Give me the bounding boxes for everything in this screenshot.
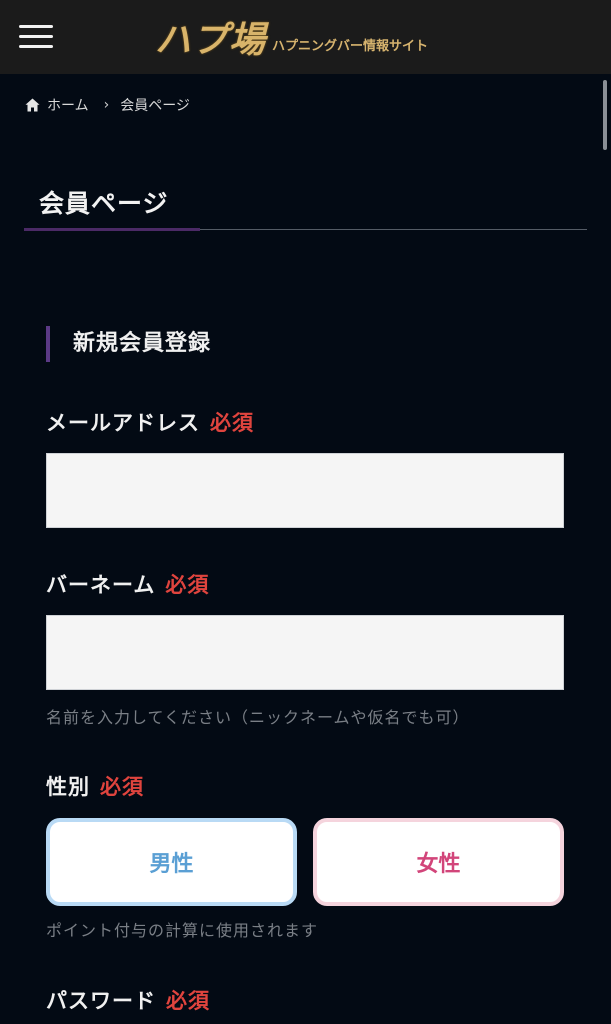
home-icon xyxy=(25,98,40,112)
hamburger-menu-button[interactable] xyxy=(19,24,53,50)
email-label-text: メールアドレス xyxy=(46,411,200,435)
section-heading: 新規会員登録 xyxy=(46,326,211,362)
gender-label: 性別 必須 xyxy=(46,771,144,801)
site-header: ハプ場 ハプニングバー情報サイト xyxy=(0,0,611,74)
gender-female-button[interactable]: 女性 xyxy=(313,818,564,906)
chevron-right-icon: › xyxy=(103,97,110,113)
logo-tagline: ハプニングバー情報サイト xyxy=(272,39,429,54)
menu-line xyxy=(19,25,53,28)
gender-male-button[interactable]: 男性 xyxy=(46,818,297,906)
site-logo[interactable]: ハプ場 ハプニングバー情報サイト xyxy=(155,14,428,60)
barname-field[interactable] xyxy=(46,615,564,690)
required-badge: 必須 xyxy=(165,573,210,597)
logo-main-text: ハプ場 xyxy=(155,19,267,61)
gender-male-label: 男性 xyxy=(149,852,194,877)
required-badge: 必須 xyxy=(100,775,144,799)
password-label: パスワード 必須 xyxy=(46,985,210,1015)
breadcrumb-home-link[interactable]: ホーム xyxy=(47,95,89,115)
page-scrollbar[interactable] xyxy=(603,80,607,150)
barname-label-text: バーネーム xyxy=(46,573,156,597)
password-label-text: パスワード xyxy=(46,989,156,1013)
gender-female-label: 女性 xyxy=(416,852,461,877)
breadcrumb-current: 会員ページ xyxy=(120,98,190,114)
gender-help-text: ポイント付与の計算に使用されます xyxy=(46,921,319,940)
gender-label-text: 性別 xyxy=(46,775,90,799)
required-badge: 必須 xyxy=(166,989,210,1013)
email-field[interactable] xyxy=(46,453,564,528)
breadcrumb: ホーム › 会員ページ xyxy=(25,95,190,115)
menu-line xyxy=(19,35,53,38)
barname-label: バーネーム 必須 xyxy=(46,569,209,599)
required-badge: 必須 xyxy=(210,411,254,435)
page-title: 会員ページ xyxy=(39,189,169,218)
email-label: メールアドレス 必須 xyxy=(46,407,254,437)
menu-line xyxy=(19,45,53,48)
title-accent-bar xyxy=(24,228,200,231)
page-title-block: 会員ページ xyxy=(24,180,587,231)
barname-help-text: 名前を入力してください（ニックネームや仮名でも可） xyxy=(46,708,470,727)
